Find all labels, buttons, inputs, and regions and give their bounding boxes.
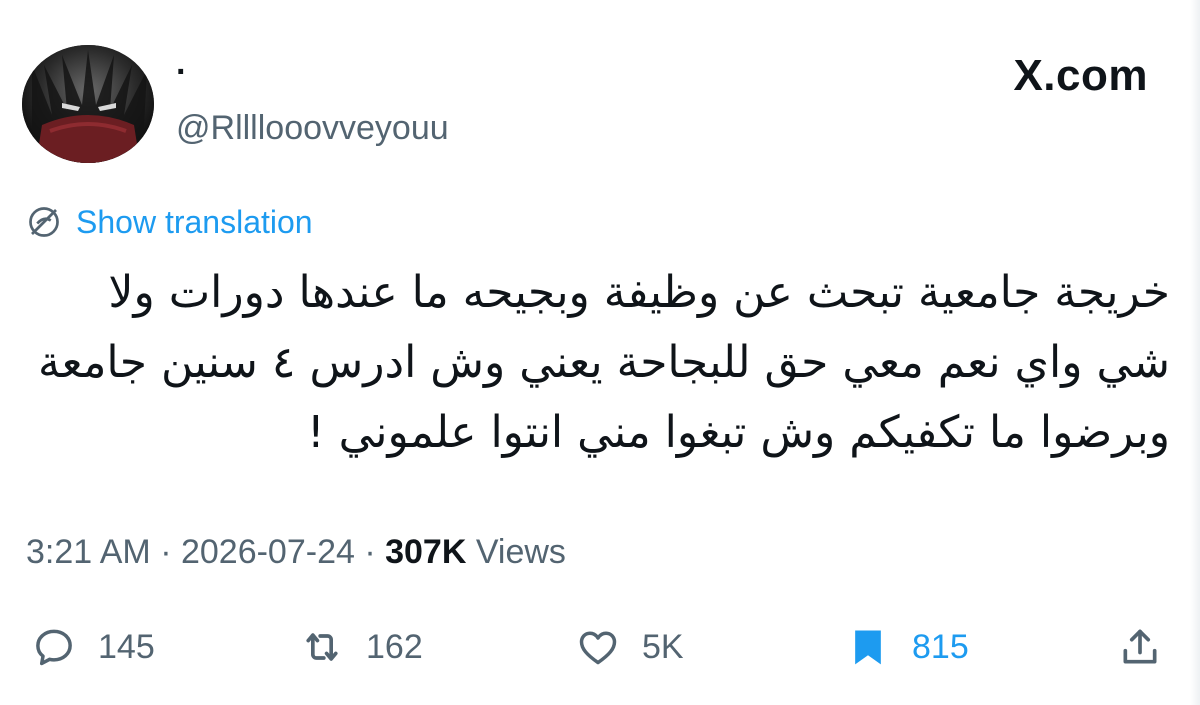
translate-globe-icon (26, 204, 62, 240)
reply-icon (32, 625, 76, 669)
bookmark-icon (846, 625, 890, 669)
meta-separator: · (150, 533, 181, 571)
avatar-image (22, 45, 154, 163)
reply-count: 145 (98, 627, 155, 666)
like-count: 5K (642, 627, 684, 666)
share-button[interactable] (1118, 615, 1162, 679)
tweet-line: خريجة جامعية تبحث عن وظيفة وبجيحه ما عند… (108, 267, 1170, 318)
bookmark-button[interactable]: 815 (846, 615, 969, 679)
tweet-date[interactable]: 2026-07-24 (181, 533, 355, 571)
share-icon (1118, 625, 1162, 669)
views-count: 307K (385, 533, 467, 571)
meta-separator: · (354, 533, 386, 571)
display-name[interactable]: · (176, 52, 187, 92)
repost-button[interactable]: 162 (300, 615, 423, 679)
tweet-line: شي واي نعم معي حق للبجاحة يعني وش ادرس ٤… (38, 337, 1170, 388)
repost-icon (300, 625, 344, 669)
reply-button[interactable]: 145 (32, 615, 155, 679)
card-edge (1190, 0, 1200, 705)
bookmark-count: 815 (912, 627, 969, 666)
heart-icon (576, 625, 620, 669)
tweet-meta: 3:21 AM · 2026-07-24 · 307K Views (26, 530, 566, 574)
repost-count: 162 (366, 627, 423, 666)
avatar[interactable] (22, 45, 154, 163)
views-label: Views (466, 533, 566, 571)
tweet-line: وبرضوا ما تكفيكم وش تبغوا مني انتوا علمو… (306, 407, 1170, 458)
user-handle[interactable]: @Rllllooovveyouu (176, 108, 449, 148)
show-translation-button[interactable]: Show translation (26, 202, 313, 242)
like-button[interactable]: 5K (576, 615, 684, 679)
tweet-time[interactable]: 3:21 AM (26, 533, 151, 571)
show-translation-label: Show translation (76, 204, 313, 240)
action-bar: 145 162 5K 815 (0, 615, 1200, 679)
brand-logo: X.com (1013, 51, 1148, 100)
tweet-card: · @Rllllooovveyouu X.com Show translatio… (0, 0, 1200, 705)
tweet-text: خريجة جامعية تبحث عن وظيفة وبجيحه ما عند… (20, 258, 1170, 468)
